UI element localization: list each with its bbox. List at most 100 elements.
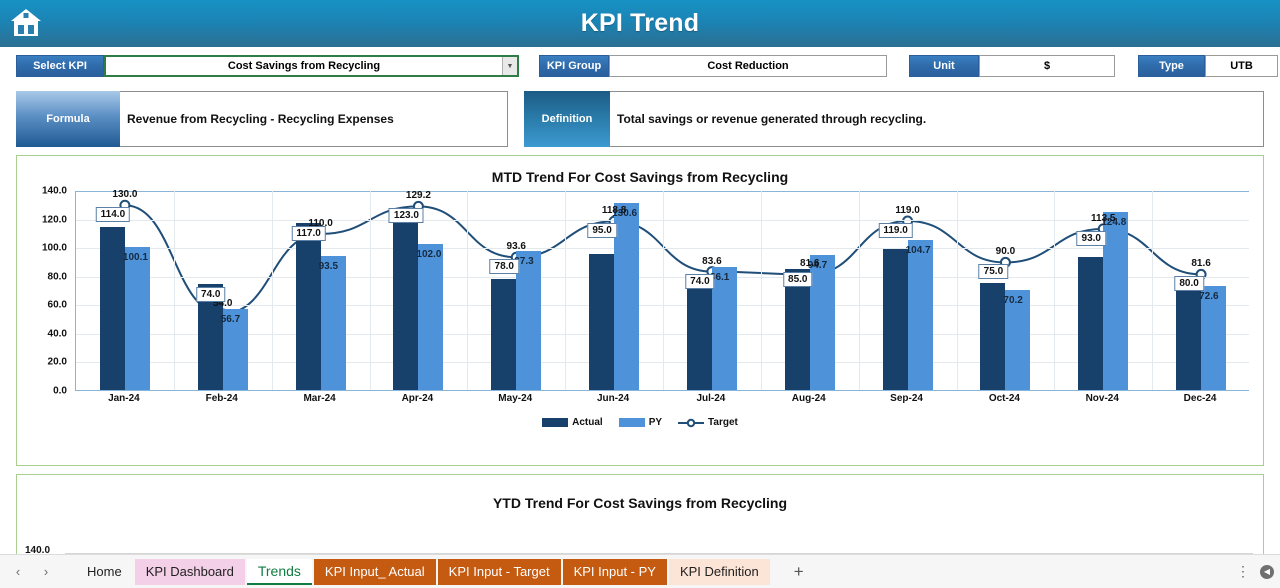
bar-actual[interactable] [882, 248, 908, 390]
bar-py[interactable] [809, 254, 835, 390]
data-label-actual-boxed: 75.0 [978, 264, 1009, 280]
unit-field: Unit $ [909, 55, 1115, 77]
data-label-py: 93.5 [318, 261, 339, 273]
bar-actual[interactable] [1078, 257, 1104, 390]
bar-py[interactable] [516, 251, 542, 390]
data-label-actual-boxed: 93.0 [1076, 230, 1106, 246]
sheet-tab-home[interactable]: Home [76, 558, 133, 585]
tabbar-right-controls: ⋮ ◀ [1236, 563, 1274, 580]
bar-actual[interactable] [1176, 275, 1202, 390]
category-separator [565, 191, 567, 390]
legend-item[interactable]: Target [678, 417, 738, 428]
sheet-nav-arrows: ‹ › [10, 564, 54, 580]
bar-py[interactable] [124, 247, 150, 390]
chevron-left-icon[interactable]: ‹ [10, 564, 26, 580]
category-separator [271, 191, 273, 390]
kpi-info-row: Formula Revenue from Recycling - Recycli… [0, 87, 1280, 147]
bar-py[interactable] [907, 240, 933, 390]
category-separator [467, 191, 469, 390]
definition-label: Definition [524, 91, 610, 147]
data-label-actual-boxed: 114.0 [95, 207, 131, 223]
legend-swatch [542, 418, 569, 427]
x-axis-tick: Dec-24 [1183, 393, 1217, 404]
sheet-tab-kpi-input-actual[interactable]: KPI Input_ Actual [313, 558, 436, 585]
scroll-left-icon[interactable]: ◀ [1260, 564, 1274, 579]
legend-swatch [618, 418, 645, 427]
home-icon[interactable] [6, 2, 46, 44]
legend-label: PY [648, 417, 663, 428]
data-label-actual-boxed: 80.0 [1174, 276, 1204, 292]
sheet-tabs: Home KPI Dashboard Trends KPI Input_ Actual… [76, 558, 772, 585]
select-kpi-value[interactable]: Cost Savings from Recycling [106, 57, 502, 75]
bar-actual[interactable] [393, 214, 419, 390]
ytd-chart-title: YTD Trend For Cost Savings from Recyclin… [492, 495, 788, 511]
x-axis-tick: Aug-24 [791, 393, 826, 404]
x-axis: Jan-24 Feb-24 Mar-24 Apr-24 May-24 Jun-24 Jul-… [75, 393, 1249, 413]
chart-legend: Actual PY Target [17, 417, 1263, 428]
data-label-target: 130.0 [112, 189, 138, 201]
legend-item[interactable]: PY [618, 417, 663, 428]
data-label-target: 93.6 [506, 241, 526, 253]
kpi-group-label: KPI Group [539, 55, 609, 77]
data-label-py: 104.7 [905, 245, 931, 257]
data-label-py: 56.7 [220, 314, 241, 325]
kebab-menu-icon[interactable]: ⋮ [1236, 563, 1250, 580]
type-field: Type UTB [1138, 55, 1278, 77]
x-axis-tick: Oct-24 [988, 393, 1020, 404]
y-axis-tick: 20.0 [47, 356, 67, 368]
bar-py[interactable] [320, 256, 346, 390]
data-label-target: 81.6 [1191, 258, 1211, 270]
data-label-actual-boxed: 85.0 [783, 271, 813, 287]
y-axis-tick: 80.0 [47, 271, 67, 283]
select-kpi-field: Select KPI Cost Savings from Recycling ▼ [16, 55, 519, 77]
data-label-actual-boxed: 123.0 [388, 208, 424, 224]
data-label-target: 83.6 [702, 255, 722, 267]
legend-label: Actual [572, 417, 603, 428]
definition-box: Definition Total savings or revenue gene… [524, 91, 1264, 147]
page-title: KPI Trend [580, 9, 700, 37]
legend-item[interactable]: Actual [542, 417, 603, 428]
bar-actual[interactable] [589, 254, 615, 390]
bar-py[interactable] [1103, 211, 1129, 390]
y-axis-tick: 100.0 [41, 242, 67, 254]
category-separator [1054, 191, 1056, 390]
bar-actual[interactable] [295, 222, 321, 390]
y-axis: 0.0 20.0 40.0 60.0 80.0 100.0 120.0 140.0 [17, 186, 73, 397]
bar-actual[interactable] [980, 282, 1006, 390]
add-sheet-button[interactable]: + [784, 559, 814, 585]
sheet-tab-kpi-input-py[interactable]: KPI Input - PY [562, 558, 667, 585]
y-axis-tick: 40.0 [47, 328, 67, 340]
unit-value: $ [979, 55, 1115, 77]
kpi-selector-bar: Select KPI Cost Savings from Recycling ▼… [0, 47, 1280, 87]
data-label-target: 118.8 [601, 205, 627, 217]
sheet-tab-kpi-dashboard[interactable]: KPI Dashboard [134, 558, 245, 585]
formula-label: Formula [16, 91, 120, 147]
bar-actual[interactable] [99, 227, 125, 390]
x-axis-tick: Apr-24 [401, 393, 434, 404]
bar-py[interactable] [711, 267, 737, 390]
y-axis-tick: 60.0 [47, 299, 67, 311]
bar-py[interactable] [614, 203, 640, 390]
bar-py[interactable] [418, 244, 444, 390]
mtd-plot-area: 0.0 20.0 40.0 60.0 80.0 100.0 120.0 140.0 100.1… [17, 186, 1263, 436]
y-axis-tick: 120.0 [41, 214, 67, 226]
category-separator [956, 191, 958, 390]
mtd-chart-panel[interactable]: MTD Trend For Cost Savings from Recyclin… [16, 155, 1264, 466]
chevron-down-icon[interactable]: ▼ [502, 57, 517, 75]
bar-actual[interactable] [686, 284, 712, 390]
chevron-right-icon[interactable]: › [38, 564, 54, 580]
category-separator [858, 191, 860, 390]
y-axis-tick: 0.0 [53, 385, 67, 397]
data-label-actual-boxed: 119.0 [878, 223, 913, 238]
bar-actual[interactable] [784, 268, 810, 390]
type-label: Type [1138, 55, 1205, 77]
legend-line-marker [678, 418, 705, 427]
sheet-tab-kpi-input-target[interactable]: KPI Input - Target [437, 558, 561, 585]
definition-text: Total savings or revenue generated throu… [610, 91, 1264, 147]
sheet-tab-trends[interactable]: Trends [246, 558, 312, 585]
ytd-chart-panel[interactable]: YTD Trend For Cost Savings from Recyclin… [16, 474, 1264, 564]
select-kpi-combobox[interactable]: Cost Savings from Recycling ▼ [104, 55, 519, 77]
bar-actual[interactable] [491, 278, 517, 390]
data-label-actual-boxed: 95.0 [587, 223, 617, 239]
sheet-tab-kpi-definition[interactable]: KPI Definition [668, 558, 770, 585]
